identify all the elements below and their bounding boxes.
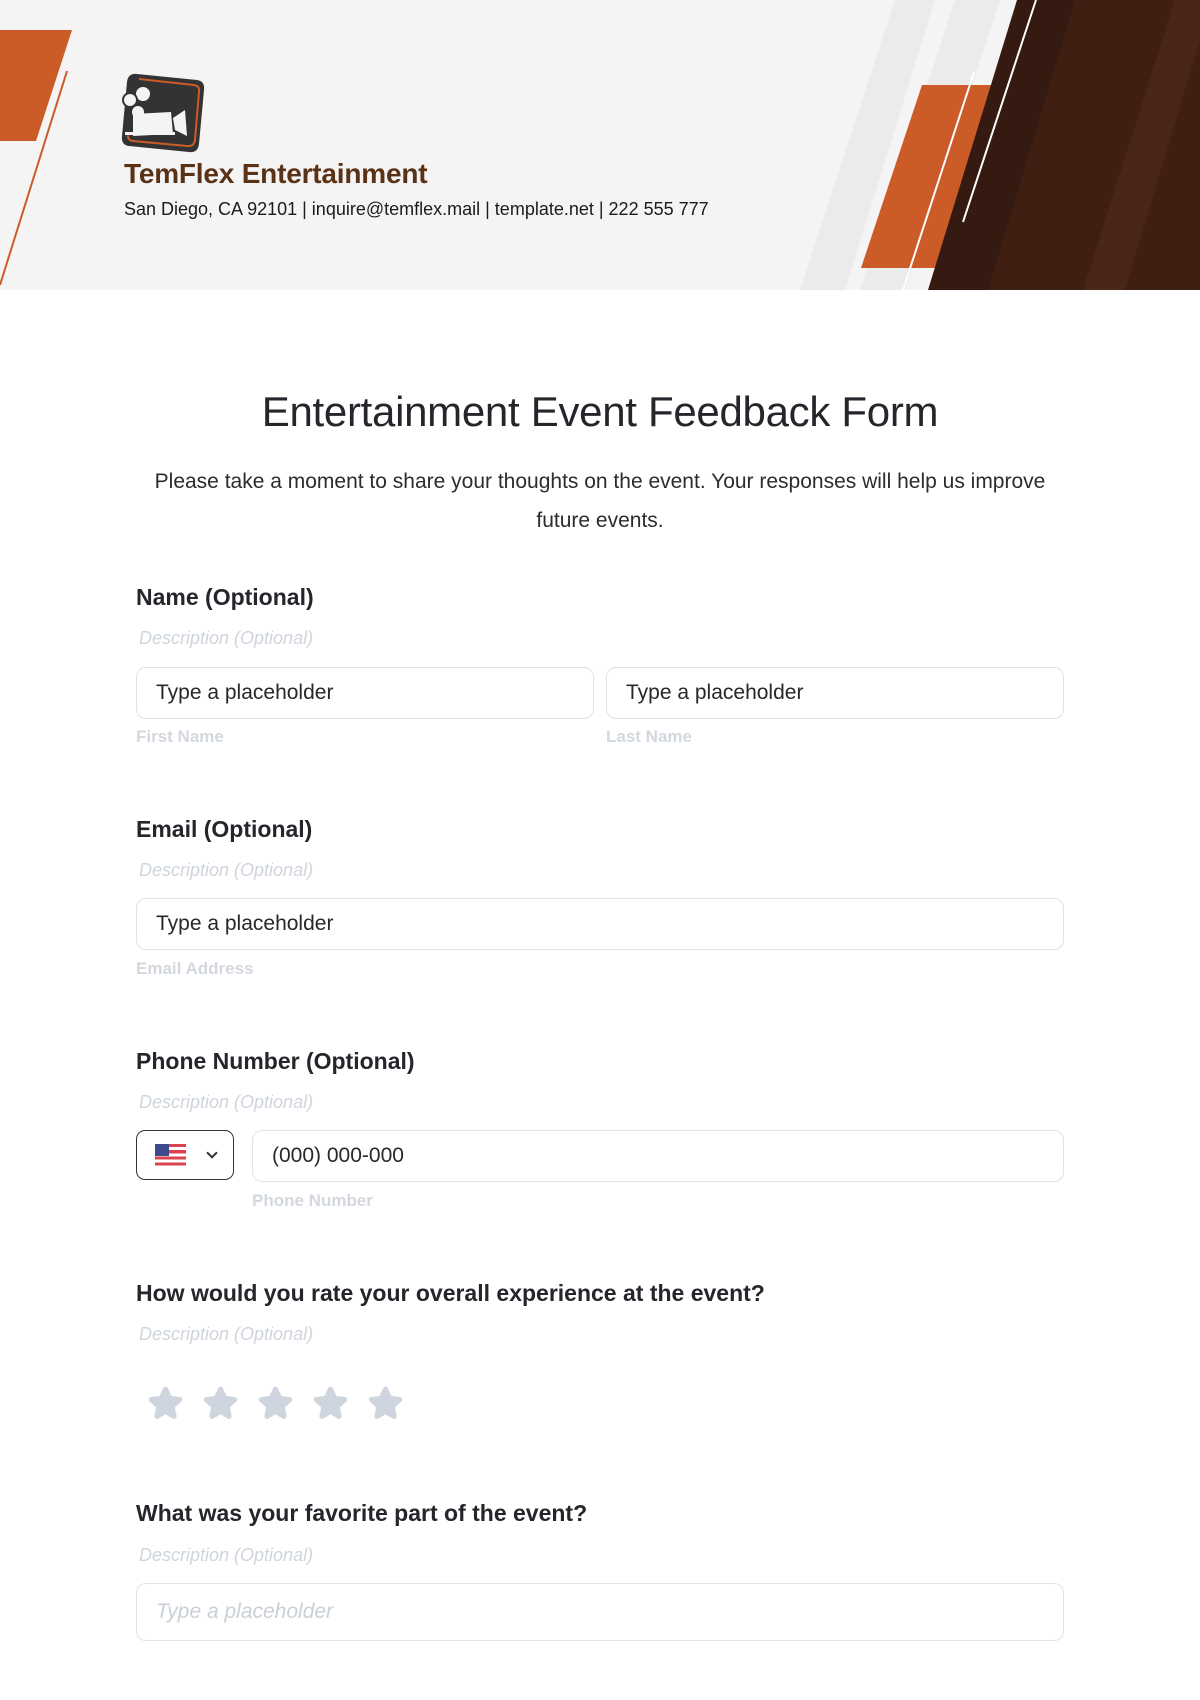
email-input[interactable]: Type a placeholder <box>136 898 1064 950</box>
rating-question-description: Description (Optional) <box>139 1324 314 1344</box>
star-icon[interactable] <box>366 1383 405 1422</box>
favorite-question-label: What was your favorite part of the event… <box>136 1500 588 1526</box>
last-name-sublabel: Last Name <box>606 727 692 746</box>
rating-question-label: How would you rate your overall experien… <box>136 1280 765 1306</box>
phone-sublabel: Phone Number <box>252 1191 373 1210</box>
company-name: TemFlex Entertainment <box>124 158 428 189</box>
chevron-down-icon <box>206 1146 218 1159</box>
star-icon[interactable] <box>256 1383 295 1422</box>
name-question-label: Name (Optional) <box>136 584 314 610</box>
first-name-sublabel: First Name <box>136 727 224 746</box>
phone-question-description: Description (Optional) <box>139 1092 314 1112</box>
favorite-question-description: Description (Optional) <box>139 1545 314 1565</box>
star-rating[interactable] <box>146 1383 405 1422</box>
contact-line: San Diego, CA 92101 | inquire@temflex.ma… <box>124 199 709 219</box>
us-flag-icon <box>155 1144 186 1166</box>
star-icon[interactable] <box>311 1383 350 1422</box>
email-question-label: Email (Optional) <box>136 816 313 842</box>
first-name-input[interactable]: Type a placeholder <box>136 667 594 719</box>
email-question-description: Description (Optional) <box>139 860 314 880</box>
letterhead: TemFlex Entertainment San Diego, CA 9210… <box>0 0 1200 290</box>
movie-camera-icon <box>121 73 205 153</box>
phone-question-label: Phone Number (Optional) <box>136 1048 415 1074</box>
email-sublabel: Email Address <box>136 959 254 978</box>
star-icon[interactable] <box>201 1383 240 1422</box>
form-intro: Please take a moment to share your thoug… <box>154 470 1046 532</box>
country-code-select[interactable] <box>136 1130 234 1180</box>
form-title: Entertainment Event Feedback Form <box>261 388 939 435</box>
last-name-input[interactable]: Type a placeholder <box>606 667 1064 719</box>
star-icon[interactable] <box>146 1383 185 1422</box>
phone-input[interactable]: (000) 000-000 <box>252 1130 1064 1182</box>
favorite-part-textarea[interactable]: Type a placeholder <box>136 1583 1064 1641</box>
name-question-description: Description (Optional) <box>139 628 314 648</box>
orange-accent-left <box>0 30 72 141</box>
